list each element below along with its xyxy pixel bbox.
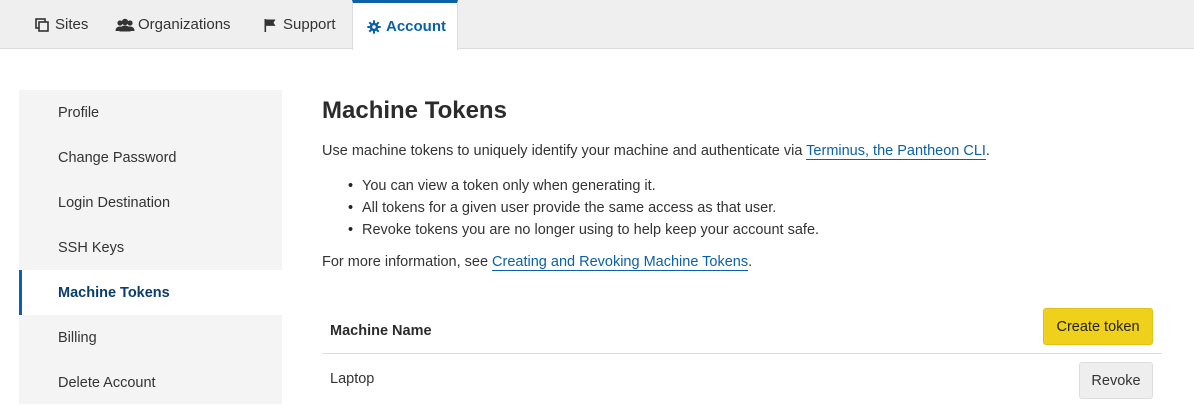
column-header-machine-name: Machine Name (330, 323, 432, 339)
sidebar-item-delete-account[interactable]: Delete Account (19, 360, 282, 405)
more-info-paragraph: For more information, see Creating and R… (322, 254, 753, 271)
sidebar-item-login-destination[interactable]: Login Destination (19, 180, 282, 225)
intro-paragraph: Use machine tokens to uniquely identify … (322, 143, 990, 160)
intro-end: . (985, 143, 990, 159)
sidebar-item-change-password[interactable]: Change Password (19, 135, 282, 180)
page-title: Machine Tokens (322, 97, 507, 124)
intro-text: Use machine tokens to uniquely identify … (322, 143, 807, 159)
create-token-button[interactable]: Create token (1043, 308, 1153, 345)
account-sidebar: Profile Change Password Login Destinatio… (19, 90, 282, 404)
top-navigation: Sites Organizations Support Account (0, 0, 1194, 50)
list-item: All tokens for a given user provide the … (348, 197, 819, 219)
tab-label: Account (386, 18, 446, 35)
tab-organizations[interactable]: Organizations (115, 0, 231, 49)
more-end: . (748, 254, 753, 270)
list-item: You can view a token only when generatin… (348, 175, 819, 197)
sidebar-item-ssh-keys[interactable]: SSH Keys (19, 225, 282, 270)
tab-support[interactable]: Support (262, 0, 336, 49)
users-icon (115, 17, 135, 33)
tab-label: Organizations (138, 16, 231, 33)
table-row: Laptop Revoke (322, 362, 1162, 404)
tab-label: Support (283, 16, 336, 33)
sidebar-item-billing[interactable]: Billing (19, 315, 282, 360)
table-header: Machine Name Create token (322, 308, 1162, 354)
tab-label: Sites (55, 16, 89, 33)
info-list: You can view a token only when generatin… (348, 175, 819, 241)
list-item: Revoke tokens you are no longer using to… (348, 219, 819, 241)
revoke-button[interactable]: Revoke (1079, 362, 1153, 399)
more-text: For more information, see (322, 254, 493, 270)
machine-tokens-docs-link[interactable]: Creating and Revoking Machine Tokens (492, 254, 749, 271)
sidebar-item-profile[interactable]: Profile (19, 90, 282, 135)
tab-account[interactable]: Account (352, 0, 458, 50)
flag-icon (262, 17, 278, 33)
tab-sites[interactable]: Sites (34, 0, 88, 49)
terminus-link[interactable]: Terminus, the Pantheon CLI (806, 143, 986, 160)
gear-icon (367, 19, 381, 35)
machine-name-cell: Laptop (330, 371, 375, 387)
sidebar-item-machine-tokens[interactable]: Machine Tokens (19, 270, 282, 315)
sites-icon (34, 17, 50, 33)
